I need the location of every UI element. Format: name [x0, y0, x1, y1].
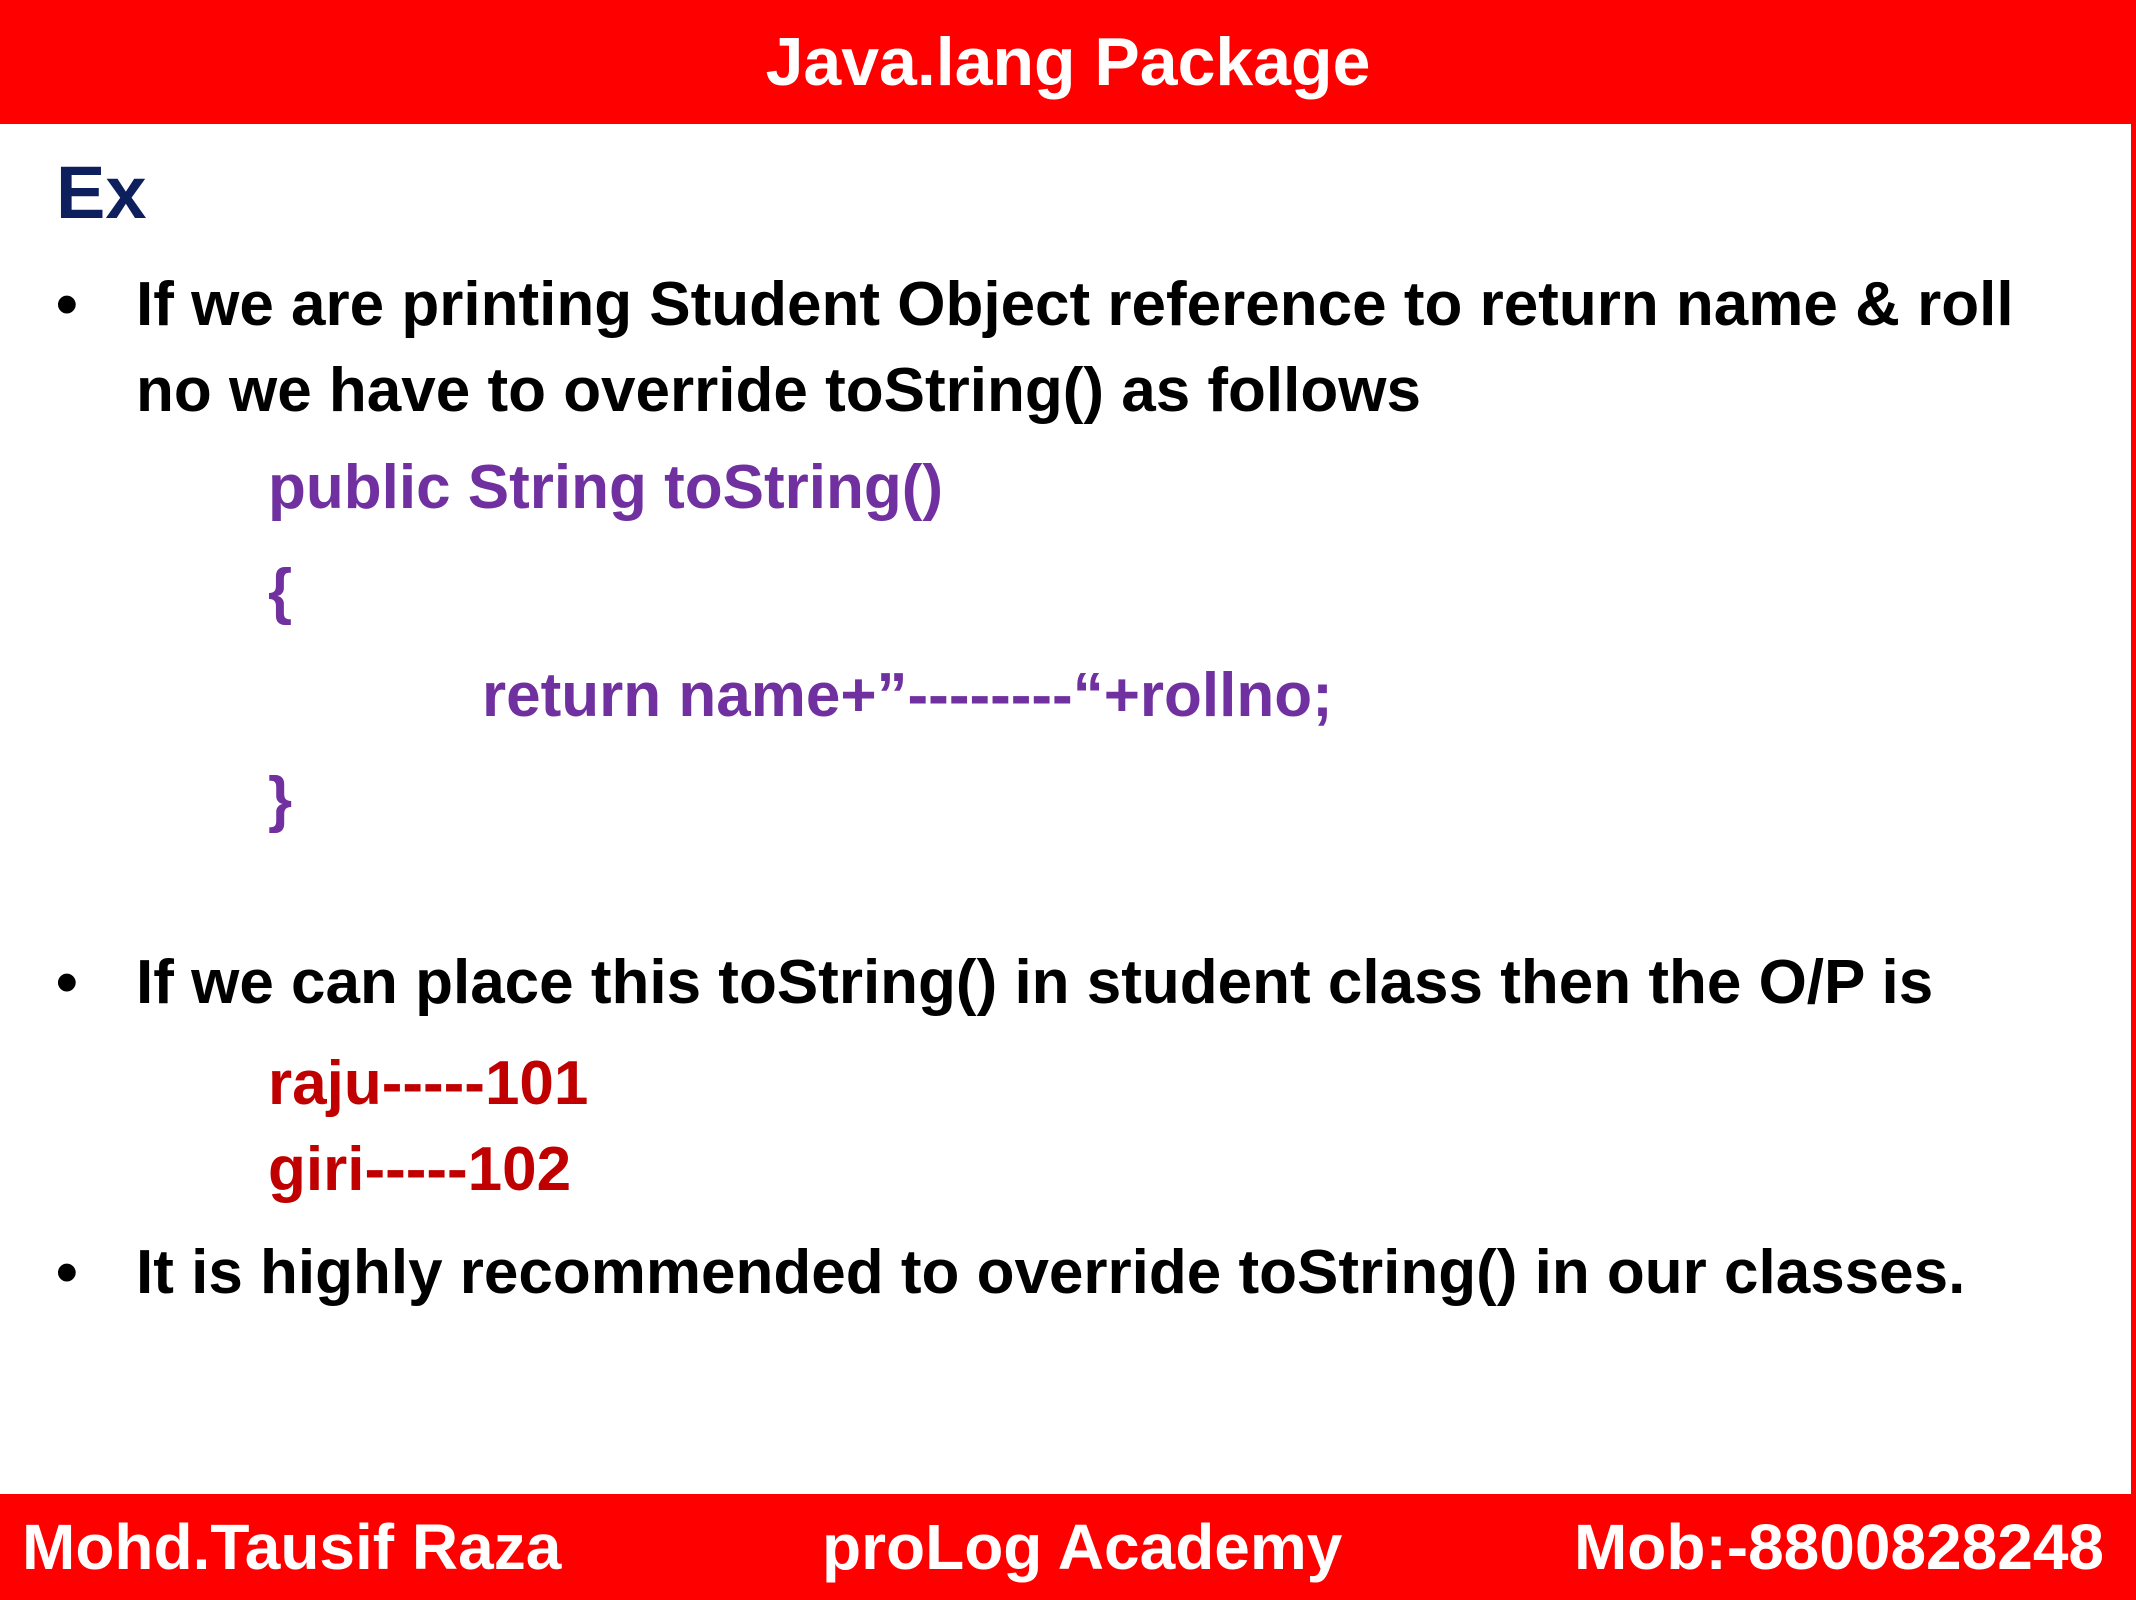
bullet-point-3: • It is highly recommended to override t… [56, 1230, 2056, 1316]
footer-banner: Mohd.Tausif Raza proLog Academy Mob:-880… [0, 1494, 2136, 1600]
header-banner: Java.lang Package [0, 0, 2136, 124]
slide-border [0, 0, 2136, 1600]
bullet-icon: • [56, 1238, 78, 1307]
bullet-text-3: It is highly recommended to override toS… [136, 1238, 1966, 1307]
bullet-text-2: If we can place this toString() in stude… [136, 948, 1934, 1017]
code-line-open-brace: { [268, 557, 293, 626]
code-line-signature: public String toString() [268, 453, 944, 522]
bullet-point-1: • If we are printing Student Object refe… [56, 262, 2056, 434]
bullet-point-2: • If we can place this toString() in stu… [56, 940, 2056, 1026]
output-line-2: giri-----102 [268, 1135, 572, 1204]
output-line-1: raju-----101 [268, 1049, 589, 1118]
code-line-return: return name+”--------“+rollno; [482, 661, 1333, 730]
footer-academy: proLog Academy [822, 1511, 1343, 1583]
bullet-icon: • [56, 270, 78, 339]
footer-phone: Mob:-8800828248 [1573, 1511, 2104, 1583]
code-line-close-brace: } [268, 765, 293, 834]
footer-author: Mohd.Tausif Raza [22, 1511, 562, 1583]
slide-title: Java.lang Package [765, 24, 1371, 100]
bullet-text-1: If we are printing Student Object refere… [136, 270, 2014, 425]
bullet-icon: • [56, 948, 78, 1017]
example-heading: Ex [56, 151, 147, 234]
